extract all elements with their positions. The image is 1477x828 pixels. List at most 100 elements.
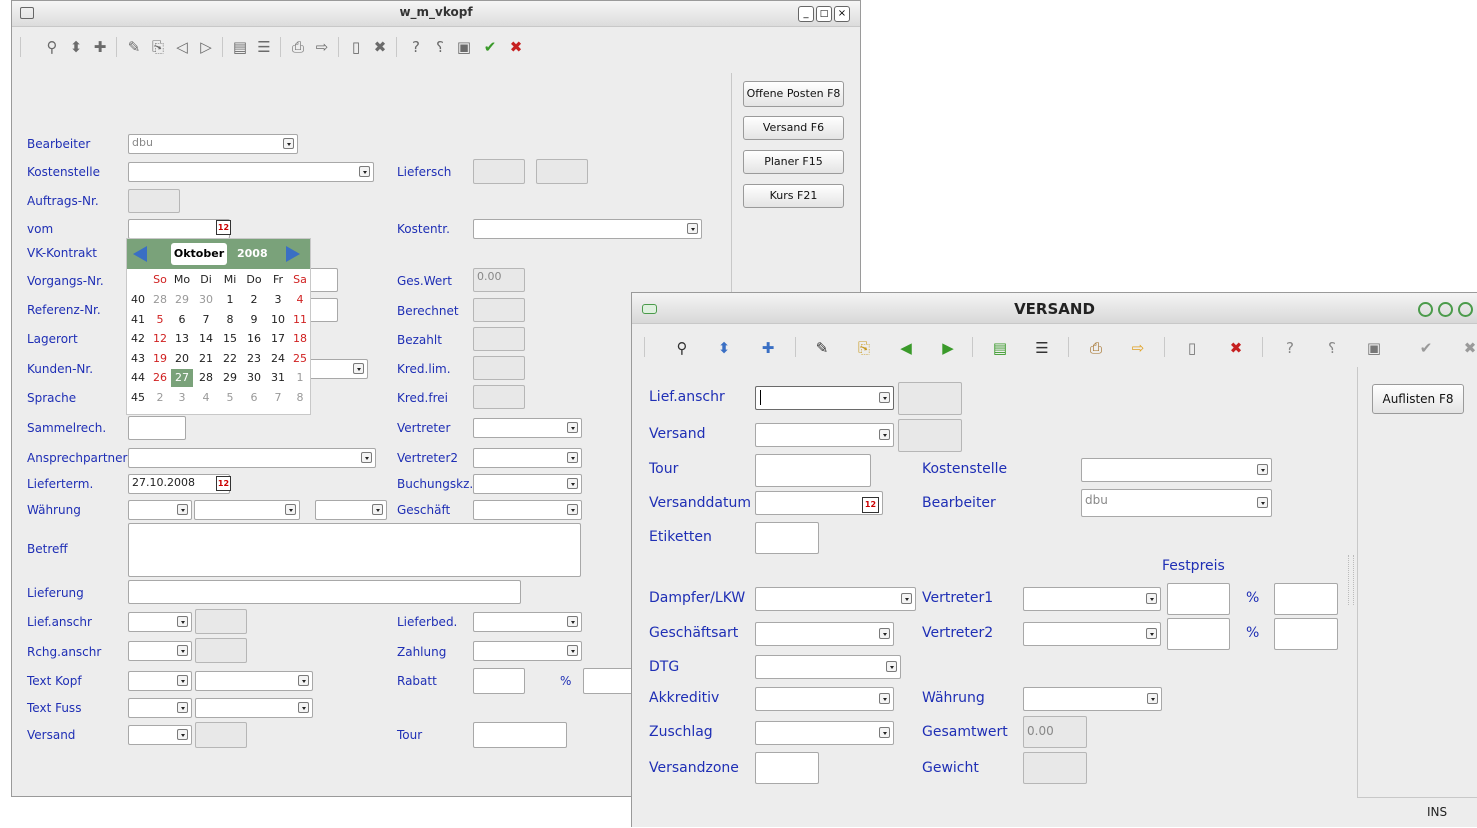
chevron-down-icon[interactable] bbox=[879, 693, 890, 704]
arrow-right-icon[interactable]: ⇨ bbox=[1128, 338, 1148, 358]
calendar-day[interactable]: 7 bbox=[195, 311, 217, 329]
offene-posten-button[interactable]: Offene Posten F8 bbox=[743, 81, 844, 107]
chevron-down-icon[interactable] bbox=[177, 675, 188, 686]
liefersch-field-1[interactable] bbox=[473, 159, 525, 184]
chevron-down-icon[interactable] bbox=[1257, 497, 1268, 508]
versand-select[interactable] bbox=[128, 725, 192, 745]
liefersch-field-2[interactable] bbox=[536, 159, 588, 184]
referenz-nr-field[interactable] bbox=[308, 298, 338, 322]
text-kopf-select-2[interactable] bbox=[195, 671, 313, 691]
calendar-day[interactable]: 25 bbox=[289, 350, 311, 368]
delete-icon[interactable]: ✖ bbox=[1226, 338, 1246, 358]
chevron-down-icon[interactable] bbox=[1147, 693, 1158, 704]
add-icon[interactable]: ✚ bbox=[90, 37, 110, 57]
vertreter1-festpreis-field[interactable] bbox=[1167, 583, 1230, 615]
copy-icon[interactable]: ⎘ bbox=[148, 37, 168, 57]
up-down-icon[interactable]: ⬍ bbox=[714, 338, 734, 358]
chevron-down-icon[interactable] bbox=[879, 429, 890, 440]
calendar-day[interactable]: 11 bbox=[289, 311, 311, 329]
year-label[interactable]: 2008 bbox=[237, 247, 268, 260]
versandzone-field[interactable] bbox=[755, 752, 819, 784]
etiketten-field[interactable] bbox=[755, 522, 819, 554]
add-icon[interactable]: ✚ bbox=[758, 338, 778, 358]
calendar-day[interactable]: 15 bbox=[219, 330, 241, 348]
lief-anschr-select[interactable] bbox=[128, 612, 192, 632]
calendar-day[interactable]: 28 bbox=[195, 369, 217, 387]
kred-lim-field[interactable] bbox=[473, 356, 525, 380]
waehrung-select-2[interactable] bbox=[194, 500, 300, 520]
chevron-down-icon[interactable] bbox=[567, 478, 578, 489]
calendar-day[interactable]: 23 bbox=[243, 350, 265, 368]
chevron-down-icon[interactable] bbox=[567, 422, 578, 433]
edit-icon[interactable]: ✎ bbox=[812, 338, 832, 358]
calendar-day[interactable]: 7 bbox=[267, 389, 289, 407]
calendar-day[interactable]: 5 bbox=[219, 389, 241, 407]
calendar-day[interactable]: 6 bbox=[171, 311, 193, 329]
list-icon[interactable]: ☰ bbox=[1032, 338, 1052, 358]
waehrung-select-3[interactable] bbox=[315, 500, 387, 520]
chevron-down-icon[interactable] bbox=[567, 504, 578, 515]
kostenstelle-select[interactable] bbox=[1081, 458, 1272, 482]
waehrung-select-1[interactable] bbox=[128, 500, 192, 520]
trash-icon[interactable]: ▯ bbox=[1182, 338, 1202, 358]
vertreter2-percent-field[interactable] bbox=[1274, 618, 1338, 650]
next-icon[interactable]: ▶ bbox=[938, 338, 958, 358]
confirm-icon[interactable]: ✔ bbox=[480, 37, 500, 57]
sammelrech-field[interactable] bbox=[128, 416, 186, 440]
calendar-day[interactable]: 2 bbox=[149, 389, 171, 407]
chevron-down-icon[interactable] bbox=[177, 645, 188, 656]
calendar-day[interactable]: 20 bbox=[171, 350, 193, 368]
bearbeiter-select[interactable]: dbu bbox=[128, 134, 298, 154]
betreff-textarea[interactable] bbox=[128, 523, 581, 577]
lief-anschr-select[interactable] bbox=[755, 386, 894, 410]
chevron-down-icon[interactable] bbox=[687, 223, 698, 234]
next-month-icon[interactable] bbox=[286, 246, 300, 262]
kurs-button[interactable]: Kurs F21 bbox=[743, 184, 844, 208]
calendar-day[interactable]: 4 bbox=[195, 389, 217, 407]
search-icon[interactable]: ⚲ bbox=[42, 37, 62, 57]
text-kopf-select-1[interactable] bbox=[128, 671, 192, 691]
calendar-day[interactable]: 6 bbox=[243, 389, 265, 407]
chevron-down-icon[interactable] bbox=[1257, 464, 1268, 475]
previous-month-icon[interactable] bbox=[133, 246, 147, 262]
chevron-down-icon[interactable] bbox=[177, 702, 188, 713]
list-icon[interactable]: ☰ bbox=[254, 37, 274, 57]
title-bar[interactable]: w_m_vkopf _ □ × bbox=[12, 1, 860, 27]
zuschlag-select[interactable] bbox=[755, 721, 894, 745]
calendar-day[interactable]: 8 bbox=[289, 389, 311, 407]
calendar-day[interactable]: 19 bbox=[149, 350, 171, 368]
calendar-day[interactable]: 13 bbox=[171, 330, 193, 348]
ges-wert-field[interactable]: 0.00 bbox=[473, 268, 525, 292]
kostenstelle-select[interactable] bbox=[128, 162, 374, 182]
edit-icon[interactable]: ✎ bbox=[124, 37, 144, 57]
chevron-down-icon[interactable] bbox=[361, 452, 372, 463]
lieferung-field[interactable] bbox=[128, 580, 521, 604]
bearbeiter-select[interactable]: dbu bbox=[1081, 489, 1272, 517]
calendar-day[interactable]: 26 bbox=[149, 369, 171, 387]
lieferbed-select[interactable] bbox=[473, 612, 582, 632]
chevron-down-icon[interactable] bbox=[567, 616, 578, 627]
planer-button[interactable]: Planer F15 bbox=[743, 150, 844, 174]
calendar-icon[interactable]: 12 bbox=[216, 476, 231, 491]
previous-icon[interactable]: ◁ bbox=[172, 37, 192, 57]
calendar-day[interactable]: 22 bbox=[219, 350, 241, 368]
calendar-day[interactable]: 31 bbox=[267, 369, 289, 387]
auftrags-nr-field[interactable] bbox=[128, 189, 180, 213]
previous-icon[interactable]: ◀ bbox=[896, 338, 916, 358]
maximize-icon[interactable] bbox=[1438, 302, 1453, 317]
waehrung-select[interactable] bbox=[1023, 687, 1162, 711]
berechnet-field[interactable] bbox=[473, 298, 525, 322]
calendar-day[interactable]: 18 bbox=[289, 330, 311, 348]
calendar-day[interactable]: 16 bbox=[243, 330, 265, 348]
month-select[interactable]: Oktober bbox=[171, 243, 227, 265]
dtg-select[interactable] bbox=[755, 655, 901, 679]
chevron-down-icon[interactable] bbox=[177, 504, 188, 515]
calendar-day[interactable]: 21 bbox=[195, 350, 217, 368]
vorgangs-nr-field[interactable] bbox=[308, 268, 338, 292]
versand-button[interactable]: Versand F6 bbox=[743, 116, 844, 140]
calendar-icon[interactable]: ▣ bbox=[454, 37, 474, 57]
print-icon[interactable]: ⎙ bbox=[288, 37, 308, 57]
chevron-down-icon[interactable] bbox=[886, 661, 897, 672]
delete-icon[interactable]: ✖ bbox=[370, 37, 390, 57]
calendar-day[interactable]: 30 bbox=[195, 291, 217, 309]
